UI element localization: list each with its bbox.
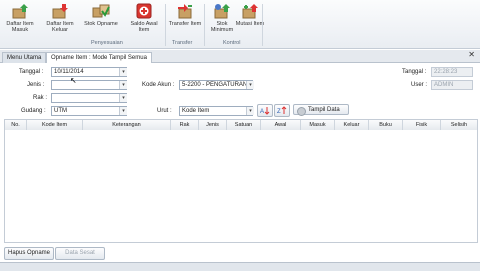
group-separator (165, 4, 166, 46)
user-label: User : (411, 82, 428, 88)
box-out-icon (51, 3, 69, 19)
data-sesat-button[interactable]: Data Sesat (55, 247, 105, 260)
rak-field[interactable] (51, 93, 127, 103)
chevron-down-icon[interactable]: ▾ (246, 81, 254, 89)
chevron-down-icon[interactable]: ▾ (119, 81, 127, 89)
tampil-data-label: Tampil Data (308, 107, 340, 113)
ribbon-button-transfer-item[interactable]: Transfer Item (168, 3, 202, 27)
ribbon-button-stok-opname[interactable]: Stok Opname (84, 3, 118, 27)
group-separator (262, 4, 263, 46)
chevron-down-icon[interactable]: ▾ (119, 94, 127, 102)
ribbon-button-daftar-item-keluar[interactable]: Daftar Item Keluar (43, 3, 77, 33)
close-icon[interactable]: ✕ (468, 50, 475, 59)
ribbon-button-label: Stok Minimum (210, 21, 234, 33)
tanggal2-label: Tanggal : (402, 69, 427, 75)
urut-field[interactable]: Kode Item (179, 106, 253, 116)
kode-akun-label: Kode Akun : (142, 82, 175, 88)
column-header[interactable]: Jenis (199, 120, 227, 130)
ribbon-button-daftar-item-masuk[interactable]: Daftar Item Masuk (3, 3, 37, 33)
document-tab-strip: Menu Utama Opname Item : Mode Tampil Sem… (0, 50, 480, 63)
urut-label: Urut : (157, 108, 172, 114)
jenis-label: Jenis : (27, 82, 45, 88)
column-header[interactable]: Satuan (227, 120, 261, 130)
time-field: 22:28:23 (431, 67, 473, 77)
chevron-down-icon[interactable]: ▾ (246, 107, 254, 115)
column-header[interactable]: Awal (261, 120, 301, 130)
mutation-icon (241, 3, 259, 19)
stock-min-icon (213, 3, 231, 19)
tanggal-field[interactable]: 10/11/2014 (51, 67, 127, 77)
sort-ascending-button[interactable]: A (257, 104, 273, 117)
kode-akun-field[interactable]: 5-2200 - PENGATURAN (179, 80, 253, 90)
sort-descending-button[interactable]: Z (274, 104, 290, 117)
stock-opname-icon (92, 3, 110, 19)
box-in-icon (11, 3, 29, 19)
ribbon-button-label: Mutasi Item (235, 21, 265, 27)
column-header[interactable]: Fisik (403, 120, 441, 130)
gudang-label: Gudang : (21, 108, 46, 114)
rak-label: Rak : (33, 95, 48, 101)
column-header[interactable]: No. (5, 120, 27, 130)
transfer-icon (176, 3, 194, 19)
jenis-field[interactable] (51, 80, 127, 90)
column-header[interactable]: Keluar (335, 120, 369, 130)
sort-za-icon: Z (277, 106, 287, 115)
group-label-transfer: Transfer (172, 40, 193, 46)
ribbon-button-label: Daftar Item Keluar (46, 21, 74, 33)
tanggal-label: Tanggal : (19, 69, 44, 75)
tampil-data-button[interactable]: Tampil Data (293, 104, 349, 116)
mouse-cursor-icon: ↖ (70, 76, 77, 85)
tab-menu-utama[interactable]: Menu Utama (2, 52, 47, 63)
tab-opname-item[interactable]: Opname Item : Mode Tampil Semua (46, 52, 152, 63)
group-label-penyesuaian: Penyesuaian (91, 40, 123, 46)
svg-text:A: A (260, 109, 264, 115)
hapus-opname-button[interactable]: Hapus Opname (4, 247, 54, 260)
column-header[interactable]: Rak (171, 120, 199, 130)
sort-az-icon: A (260, 107, 270, 115)
ribbon-button-saldo-awal-item[interactable]: Saldo Awal Item (127, 3, 161, 33)
display-icon (297, 107, 306, 116)
chevron-down-icon[interactable]: ▾ (119, 68, 127, 76)
column-header[interactable]: Masuk (301, 120, 335, 130)
gudang-field[interactable]: UTM (51, 106, 127, 116)
column-header[interactable]: Kode Item (27, 120, 83, 130)
ribbon-button-label: Transfer Item (168, 21, 202, 27)
chevron-down-icon[interactable]: ▾ (119, 107, 127, 115)
user-field: ADMIN (431, 80, 473, 90)
ribbon-button-label: Stok Opname (84, 21, 118, 27)
first-aid-box-icon (135, 3, 153, 19)
svg-text:Z: Z (277, 109, 281, 115)
column-header[interactable]: Buku (369, 120, 403, 130)
group-label-kontrol: Kontrol (223, 40, 241, 46)
grid-body[interactable] (4, 130, 478, 243)
column-header[interactable]: Keterangan (83, 120, 171, 130)
ribbon-toolbar: Daftar Item Masuk Daftar Item Keluar Sto… (0, 0, 480, 49)
column-header[interactable]: Selisih (441, 120, 477, 130)
ribbon-button-label: Saldo Awal Item (130, 21, 158, 33)
ribbon-button-label: Daftar Item Masuk (6, 21, 34, 33)
